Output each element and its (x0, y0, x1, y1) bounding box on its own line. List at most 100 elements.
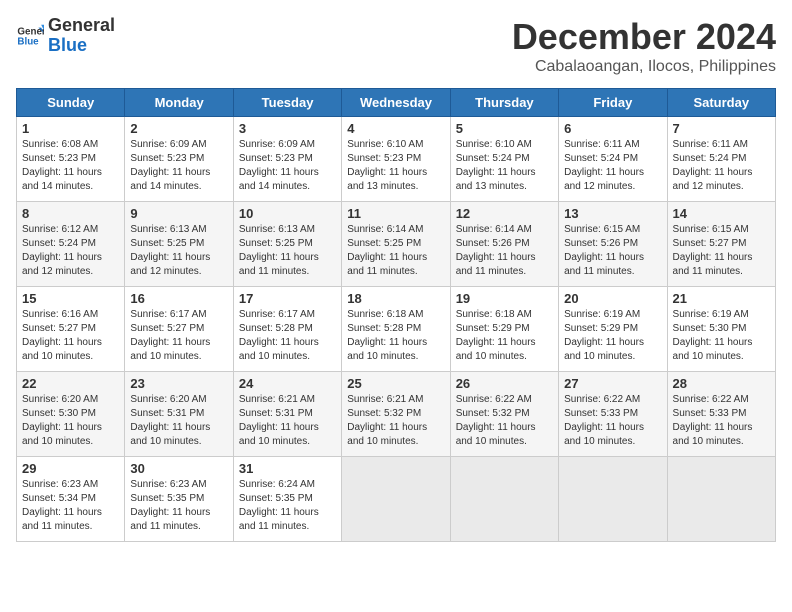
calendar-cell (667, 457, 775, 542)
col-header-friday: Friday (559, 89, 667, 117)
calendar-cell: 31 Sunrise: 6:24 AM Sunset: 5:35 PM Dayl… (233, 457, 341, 542)
day-info: Sunrise: 6:23 AM Sunset: 5:34 PM Dayligh… (22, 478, 119, 534)
calendar-cell: 16 Sunrise: 6:17 AM Sunset: 5:27 PM Dayl… (125, 287, 233, 372)
calendar-cell: 28 Sunrise: 6:22 AM Sunset: 5:33 PM Dayl… (667, 372, 775, 457)
day-number: 3 (239, 121, 336, 136)
logo-icon: General Blue (16, 22, 44, 50)
title-area: December 2024 Cabalaoangan, Ilocos, Phil… (512, 16, 776, 76)
day-number: 19 (456, 291, 553, 306)
day-number: 9 (130, 206, 227, 221)
calendar-cell (450, 457, 558, 542)
day-number: 10 (239, 206, 336, 221)
day-info: Sunrise: 6:20 AM Sunset: 5:31 PM Dayligh… (130, 393, 227, 449)
day-info: Sunrise: 6:24 AM Sunset: 5:35 PM Dayligh… (239, 478, 336, 534)
calendar-cell: 21 Sunrise: 6:19 AM Sunset: 5:30 PM Dayl… (667, 287, 775, 372)
col-header-tuesday: Tuesday (233, 89, 341, 117)
col-header-saturday: Saturday (667, 89, 775, 117)
week-row-5: 29 Sunrise: 6:23 AM Sunset: 5:34 PM Dayl… (17, 457, 776, 542)
week-row-3: 15 Sunrise: 6:16 AM Sunset: 5:27 PM Dayl… (17, 287, 776, 372)
day-number: 7 (673, 121, 770, 136)
day-number: 20 (564, 291, 661, 306)
calendar-cell: 14 Sunrise: 6:15 AM Sunset: 5:27 PM Dayl… (667, 202, 775, 287)
day-info: Sunrise: 6:13 AM Sunset: 5:25 PM Dayligh… (239, 223, 336, 279)
day-info: Sunrise: 6:21 AM Sunset: 5:31 PM Dayligh… (239, 393, 336, 449)
day-number: 28 (673, 376, 770, 391)
week-row-4: 22 Sunrise: 6:20 AM Sunset: 5:30 PM Dayl… (17, 372, 776, 457)
logo-blue: Blue (48, 36, 115, 56)
day-info: Sunrise: 6:15 AM Sunset: 5:26 PM Dayligh… (564, 223, 661, 279)
day-info: Sunrise: 6:08 AM Sunset: 5:23 PM Dayligh… (22, 138, 119, 194)
calendar-cell: 24 Sunrise: 6:21 AM Sunset: 5:31 PM Dayl… (233, 372, 341, 457)
day-number: 5 (456, 121, 553, 136)
day-info: Sunrise: 6:18 AM Sunset: 5:29 PM Dayligh… (456, 308, 553, 364)
day-number: 14 (673, 206, 770, 221)
day-info: Sunrise: 6:14 AM Sunset: 5:26 PM Dayligh… (456, 223, 553, 279)
day-info: Sunrise: 6:10 AM Sunset: 5:24 PM Dayligh… (456, 138, 553, 194)
day-info: Sunrise: 6:22 AM Sunset: 5:32 PM Dayligh… (456, 393, 553, 449)
week-row-2: 8 Sunrise: 6:12 AM Sunset: 5:24 PM Dayli… (17, 202, 776, 287)
day-number: 15 (22, 291, 119, 306)
day-number: 13 (564, 206, 661, 221)
calendar-table: SundayMondayTuesdayWednesdayThursdayFrid… (16, 88, 776, 542)
day-number: 27 (564, 376, 661, 391)
logo: General Blue General Blue (16, 16, 115, 56)
header-row: SundayMondayTuesdayWednesdayThursdayFrid… (17, 89, 776, 117)
month-title: December 2024 (512, 16, 776, 58)
day-number: 30 (130, 461, 227, 476)
calendar-cell: 2 Sunrise: 6:09 AM Sunset: 5:23 PM Dayli… (125, 117, 233, 202)
day-number: 22 (22, 376, 119, 391)
day-info: Sunrise: 6:09 AM Sunset: 5:23 PM Dayligh… (239, 138, 336, 194)
calendar-cell: 5 Sunrise: 6:10 AM Sunset: 5:24 PM Dayli… (450, 117, 558, 202)
day-info: Sunrise: 6:13 AM Sunset: 5:25 PM Dayligh… (130, 223, 227, 279)
day-number: 17 (239, 291, 336, 306)
day-info: Sunrise: 6:18 AM Sunset: 5:28 PM Dayligh… (347, 308, 444, 364)
day-info: Sunrise: 6:11 AM Sunset: 5:24 PM Dayligh… (564, 138, 661, 194)
calendar-cell: 4 Sunrise: 6:10 AM Sunset: 5:23 PM Dayli… (342, 117, 450, 202)
day-number: 31 (239, 461, 336, 476)
calendar-cell: 30 Sunrise: 6:23 AM Sunset: 5:35 PM Dayl… (125, 457, 233, 542)
day-number: 12 (456, 206, 553, 221)
calendar-cell: 18 Sunrise: 6:18 AM Sunset: 5:28 PM Dayl… (342, 287, 450, 372)
col-header-wednesday: Wednesday (342, 89, 450, 117)
day-info: Sunrise: 6:21 AM Sunset: 5:32 PM Dayligh… (347, 393, 444, 449)
calendar-cell: 19 Sunrise: 6:18 AM Sunset: 5:29 PM Dayl… (450, 287, 558, 372)
day-info: Sunrise: 6:12 AM Sunset: 5:24 PM Dayligh… (22, 223, 119, 279)
calendar-cell: 10 Sunrise: 6:13 AM Sunset: 5:25 PM Dayl… (233, 202, 341, 287)
day-info: Sunrise: 6:10 AM Sunset: 5:23 PM Dayligh… (347, 138, 444, 194)
day-number: 8 (22, 206, 119, 221)
calendar-cell: 7 Sunrise: 6:11 AM Sunset: 5:24 PM Dayli… (667, 117, 775, 202)
logo-general: General (48, 16, 115, 36)
calendar-cell: 25 Sunrise: 6:21 AM Sunset: 5:32 PM Dayl… (342, 372, 450, 457)
day-info: Sunrise: 6:17 AM Sunset: 5:28 PM Dayligh… (239, 308, 336, 364)
col-header-monday: Monday (125, 89, 233, 117)
day-number: 6 (564, 121, 661, 136)
day-number: 24 (239, 376, 336, 391)
day-number: 1 (22, 121, 119, 136)
calendar-cell: 1 Sunrise: 6:08 AM Sunset: 5:23 PM Dayli… (17, 117, 125, 202)
day-info: Sunrise: 6:19 AM Sunset: 5:30 PM Dayligh… (673, 308, 770, 364)
calendar-cell (342, 457, 450, 542)
day-number: 4 (347, 121, 444, 136)
col-header-thursday: Thursday (450, 89, 558, 117)
calendar-cell: 3 Sunrise: 6:09 AM Sunset: 5:23 PM Dayli… (233, 117, 341, 202)
calendar-cell: 20 Sunrise: 6:19 AM Sunset: 5:29 PM Dayl… (559, 287, 667, 372)
calendar-cell: 29 Sunrise: 6:23 AM Sunset: 5:34 PM Dayl… (17, 457, 125, 542)
day-number: 25 (347, 376, 444, 391)
day-info: Sunrise: 6:23 AM Sunset: 5:35 PM Dayligh… (130, 478, 227, 534)
calendar-cell: 13 Sunrise: 6:15 AM Sunset: 5:26 PM Dayl… (559, 202, 667, 287)
calendar-cell: 22 Sunrise: 6:20 AM Sunset: 5:30 PM Dayl… (17, 372, 125, 457)
calendar-cell: 27 Sunrise: 6:22 AM Sunset: 5:33 PM Dayl… (559, 372, 667, 457)
day-info: Sunrise: 6:15 AM Sunset: 5:27 PM Dayligh… (673, 223, 770, 279)
day-number: 18 (347, 291, 444, 306)
day-info: Sunrise: 6:11 AM Sunset: 5:24 PM Dayligh… (673, 138, 770, 194)
day-info: Sunrise: 6:19 AM Sunset: 5:29 PM Dayligh… (564, 308, 661, 364)
week-row-1: 1 Sunrise: 6:08 AM Sunset: 5:23 PM Dayli… (17, 117, 776, 202)
calendar-cell: 8 Sunrise: 6:12 AM Sunset: 5:24 PM Dayli… (17, 202, 125, 287)
day-info: Sunrise: 6:14 AM Sunset: 5:25 PM Dayligh… (347, 223, 444, 279)
location-title: Cabalaoangan, Ilocos, Philippines (512, 58, 776, 76)
day-info: Sunrise: 6:16 AM Sunset: 5:27 PM Dayligh… (22, 308, 119, 364)
day-number: 29 (22, 461, 119, 476)
calendar-cell: 23 Sunrise: 6:20 AM Sunset: 5:31 PM Dayl… (125, 372, 233, 457)
svg-text:Blue: Blue (17, 36, 39, 47)
day-number: 2 (130, 121, 227, 136)
